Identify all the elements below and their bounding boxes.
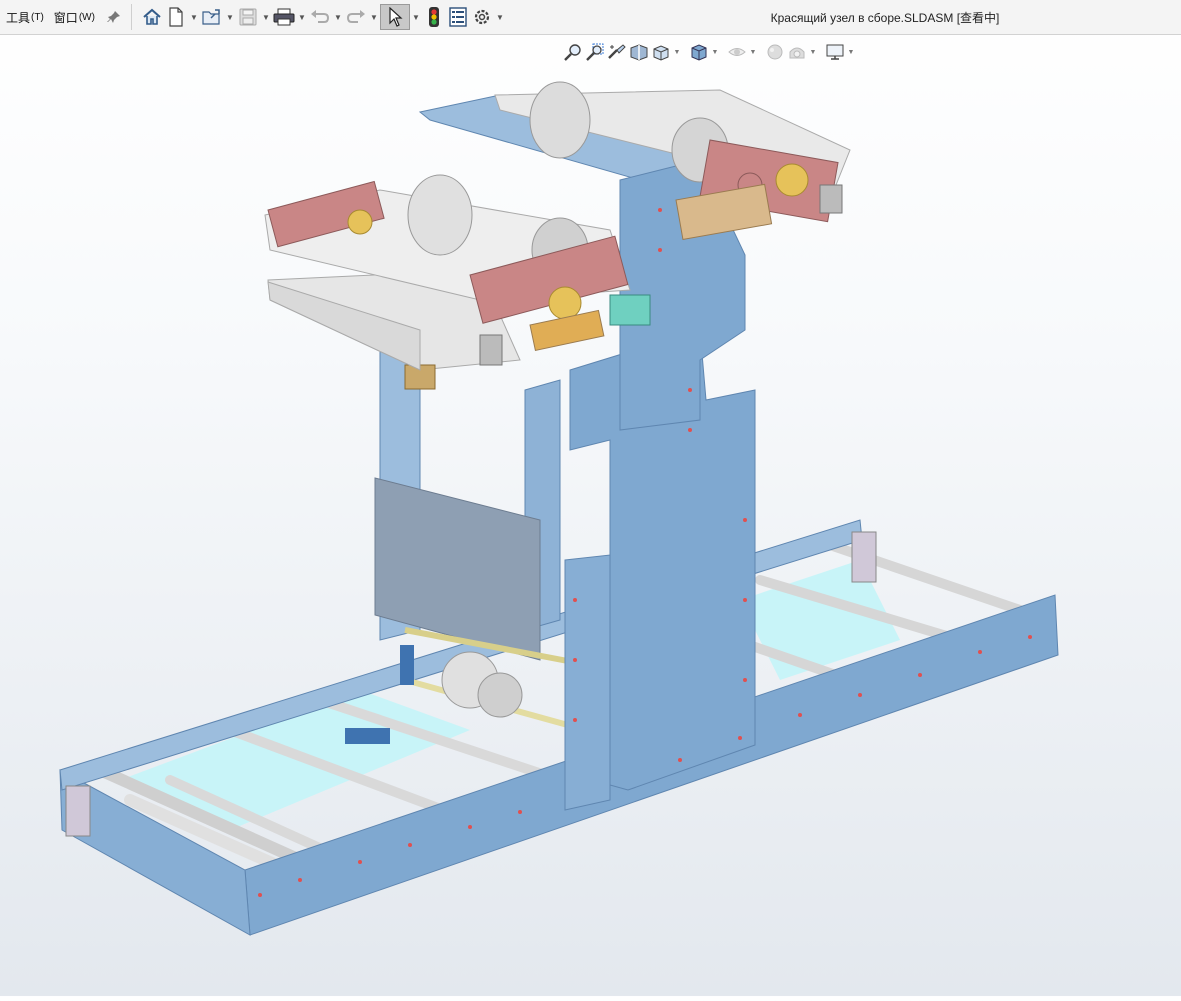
select-dropdown-chevron-icon[interactable]: ▼	[410, 4, 422, 30]
select-arrow-icon[interactable]	[379, 4, 410, 30]
file-properties-icon[interactable]	[446, 4, 470, 30]
frame-lower-front	[564, 554, 611, 811]
assembly-model	[59, 81, 1059, 936]
new-document-icon[interactable]	[164, 4, 188, 30]
menu-bar: 工具 (T) 窗口 (W)	[0, 0, 125, 35]
save-icon[interactable]	[236, 4, 260, 30]
redo-dropdown-chevron-icon[interactable]: ▼	[368, 4, 380, 30]
open-dropdown-chevron-icon[interactable]: ▼	[224, 4, 236, 30]
document-title: Красящий узел в сборе.SLDASM [查看中]	[770, 11, 1000, 25]
menu-tools[interactable]: 工具 (T)	[4, 0, 52, 35]
print-icon[interactable]	[272, 4, 296, 30]
home-icon[interactable]	[140, 4, 164, 30]
options-dropdown-chevron-icon[interactable]: ▼	[494, 4, 506, 30]
traffic-light-icon[interactable]	[422, 4, 446, 30]
undo-dropdown-chevron-icon[interactable]: ▼	[332, 4, 344, 30]
standard-toolbar: ▼ ▼ ▼ ▼ ▼ ▼ ▼ ▼	[140, 0, 506, 35]
new-dropdown-chevron-icon[interactable]: ▼	[188, 4, 200, 30]
print-dropdown-chevron-icon[interactable]: ▼	[296, 4, 308, 30]
options-gear-icon[interactable]	[470, 4, 494, 30]
save-dropdown-chevron-icon[interactable]: ▼	[260, 4, 272, 30]
menu-window[interactable]: 窗口 (W)	[52, 0, 103, 35]
top-toolbar: 工具 (T) 窗口 (W) ▼ ▼ ▼ ▼ ▼ ▼ ▼ ▼ Красящий у…	[0, 0, 1181, 35]
end-block-left	[65, 785, 91, 837]
open-folder-icon[interactable]	[200, 4, 224, 30]
redo-icon[interactable]	[344, 4, 368, 30]
toolbar-separator	[130, 4, 132, 30]
end-block-right	[851, 531, 877, 583]
graphics-viewport[interactable]	[0, 36, 1181, 996]
pin-icon[interactable]	[103, 5, 125, 29]
lower-roller-unit	[264, 174, 651, 390]
undo-icon[interactable]	[308, 4, 332, 30]
